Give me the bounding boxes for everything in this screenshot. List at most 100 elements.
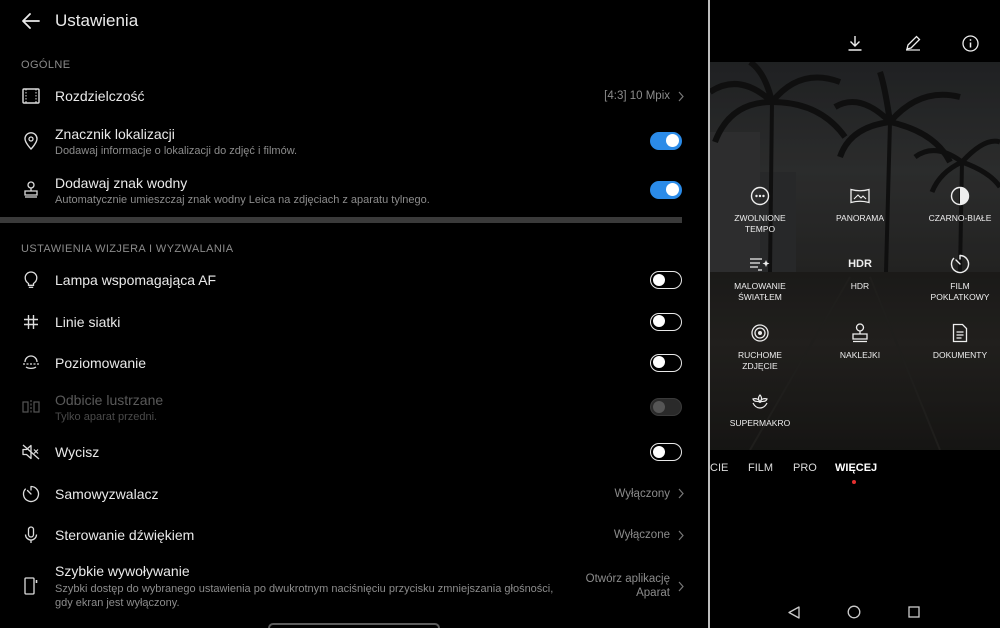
phone-button-icon [21, 576, 41, 596]
mode-label-line2: ZDJĘCIE [742, 361, 778, 371]
nav-back-icon[interactable] [786, 604, 802, 620]
mirror-label: Odbicie lustrzane [55, 391, 164, 408]
edit-icon[interactable] [904, 34, 922, 52]
quick-launch-label: Szybkie wywoływanie [55, 562, 190, 579]
speaker-muted-icon [21, 442, 41, 462]
mode-hdr[interactable]: HDR HDR [810, 253, 910, 292]
chevron-right-icon [676, 581, 686, 592]
level-icon [21, 353, 41, 373]
document-icon [952, 322, 968, 344]
voice-control-value: Wyłączone [613, 529, 670, 541]
location-tag-row[interactable]: Znacznik lokalizacji Dodawaj informacje … [0, 115, 708, 167]
moving-picture-icon [750, 322, 770, 344]
back-arrow-icon[interactable] [21, 11, 41, 31]
location-pin-icon [21, 131, 41, 151]
page-title: Ustawienia [55, 11, 139, 30]
tab-pro[interactable]: PRO [793, 462, 817, 474]
mode-panorama[interactable]: PANORAMA [810, 185, 910, 224]
flower-macro-icon [750, 390, 770, 412]
mirror-icon [21, 397, 41, 417]
timer-row[interactable]: Samowyzwalacz Wyłączony [0, 473, 708, 514]
mode-label-line2: ŚWIATŁEM [738, 292, 782, 302]
leveling-toggle[interactable] [650, 353, 682, 372]
mode-moving-picture[interactable]: RUCHOME ZDJĘCIE [710, 322, 810, 372]
watermark-row[interactable]: Dodawaj znak wodny Automatycznie umieszc… [0, 167, 708, 213]
chevron-right-icon [676, 530, 686, 541]
location-tag-toggle[interactable] [650, 132, 682, 150]
timer-value: Wyłączony [614, 487, 671, 500]
resolution-value: [4:3] 10 Mpix [604, 90, 670, 102]
mode-documents[interactable]: DOKUMENTY [910, 322, 1000, 361]
time-lapse-icon [950, 253, 970, 275]
watermark-toggle[interactable] [650, 181, 682, 199]
chevron-right-icon [676, 488, 686, 499]
system-nav-bar [710, 600, 1000, 626]
section-divider [0, 217, 682, 223]
mode-slow-motion[interactable]: ZWOLNIONE TEMPO [710, 185, 810, 235]
af-lamp-label: Lampa wspomagająca AF [55, 272, 217, 288]
mirror-row: Odbicie lustrzane Tylko aparat przedni. [0, 383, 708, 431]
mode-label: ZWOLNIONE [734, 213, 786, 223]
settings-header: Ustawienia [0, 0, 708, 42]
mode-stickers[interactable]: NAKLEJKI [810, 322, 910, 361]
info-icon[interactable] [961, 34, 979, 52]
nav-recents-icon[interactable] [906, 604, 922, 620]
light-painting-icon [749, 253, 771, 275]
location-tag-description: Dodawaj informacje o lokalizacji do zdję… [55, 144, 298, 157]
mode-super-macro[interactable]: SUPERMAKRO [710, 390, 810, 429]
mode-monochrome[interactable]: CZARNO-BIAŁE [910, 185, 1000, 224]
mute-toggle[interactable] [650, 443, 682, 461]
leveling-row[interactable]: Poziomowanie [0, 342, 708, 383]
settings-panel: Ustawienia OGÓLNE Rozdzielczość [4:3] 10… [0, 0, 708, 628]
mute-label: Wycisz [55, 444, 100, 460]
mode-label: FILM [950, 281, 970, 291]
grid-hash-icon [21, 312, 41, 332]
grid-lines-row[interactable]: Linie siatki [0, 301, 708, 342]
quick-launch-description: Szybki dostęp do wybranego ustawienia po… [55, 582, 554, 609]
af-lamp-toggle[interactable] [650, 271, 682, 289]
active-tab-indicator [852, 480, 856, 484]
mode-label: MALOWANIE [734, 281, 786, 291]
mode-light-painting[interactable]: MALOWANIE ŚWIATŁEM [710, 253, 810, 303]
timer-label: Samowyzwalacz [55, 485, 159, 502]
leveling-label: Poziomowanie [55, 354, 147, 371]
af-lamp-row[interactable]: Lampa wspomagająca AF [0, 259, 708, 301]
camera-mode-tabs: CIE FILM PRO WIĘCEJ [710, 462, 1000, 484]
quick-launch-value-line2: Aparat [636, 587, 670, 599]
section-header-general: OGÓLNE [21, 59, 71, 71]
mode-label: HDR [850, 281, 870, 291]
mode-label: NAKLEJKI [839, 350, 881, 360]
mode-time-lapse[interactable]: FILM POKLATKOWY [910, 253, 1000, 303]
watermark-description: Automatycznie umieszczaj znak wodny Leic… [55, 193, 430, 206]
chevron-right-icon [676, 91, 686, 102]
hdr-icon: HDR [848, 253, 872, 275]
mirror-description: Tylko aparat przedni. [55, 410, 158, 423]
stamp-icon [851, 322, 869, 344]
mode-label: PANORAMA [835, 213, 885, 223]
voice-control-label: Sterowanie dźwiękiem [55, 527, 195, 543]
gesture-handle [268, 623, 440, 628]
stamp-icon [21, 180, 41, 200]
resolution-icon [21, 86, 41, 106]
mode-label: CZARNO-BIAŁE [928, 213, 992, 223]
mode-label-line2: POKLATKOWY [930, 292, 990, 302]
mirror-toggle [650, 398, 682, 416]
tab-video[interactable]: FILM [748, 462, 773, 474]
tab-more[interactable]: WIĘCEJ [835, 462, 877, 474]
mode-label-line2: TEMPO [744, 224, 776, 234]
nav-home-icon[interactable] [846, 604, 862, 620]
mode-label: RUCHOME [738, 350, 782, 360]
mode-label: SUPERMAKRO [729, 418, 791, 428]
grid-lines-toggle[interactable] [650, 312, 682, 331]
tab-photo-partial[interactable]: CIE [710, 462, 728, 474]
mute-row[interactable]: Wycisz [0, 431, 708, 473]
resolution-label: Rozdzielczość [55, 88, 145, 104]
download-icon[interactable] [846, 34, 864, 52]
grid-lines-label: Linie siatki [55, 313, 121, 330]
resolution-row[interactable]: Rozdzielczość [4:3] 10 Mpix [0, 77, 708, 115]
camera-top-bar [710, 0, 1000, 62]
timer-icon [21, 484, 41, 504]
quick-launch-row[interactable]: Szybkie wywoływanie Szybki dostęp do wyb… [0, 556, 708, 616]
mode-label: DOKUMENTY [932, 350, 988, 360]
voice-control-row[interactable]: Sterowanie dźwiękiem Wyłączone [0, 514, 708, 556]
